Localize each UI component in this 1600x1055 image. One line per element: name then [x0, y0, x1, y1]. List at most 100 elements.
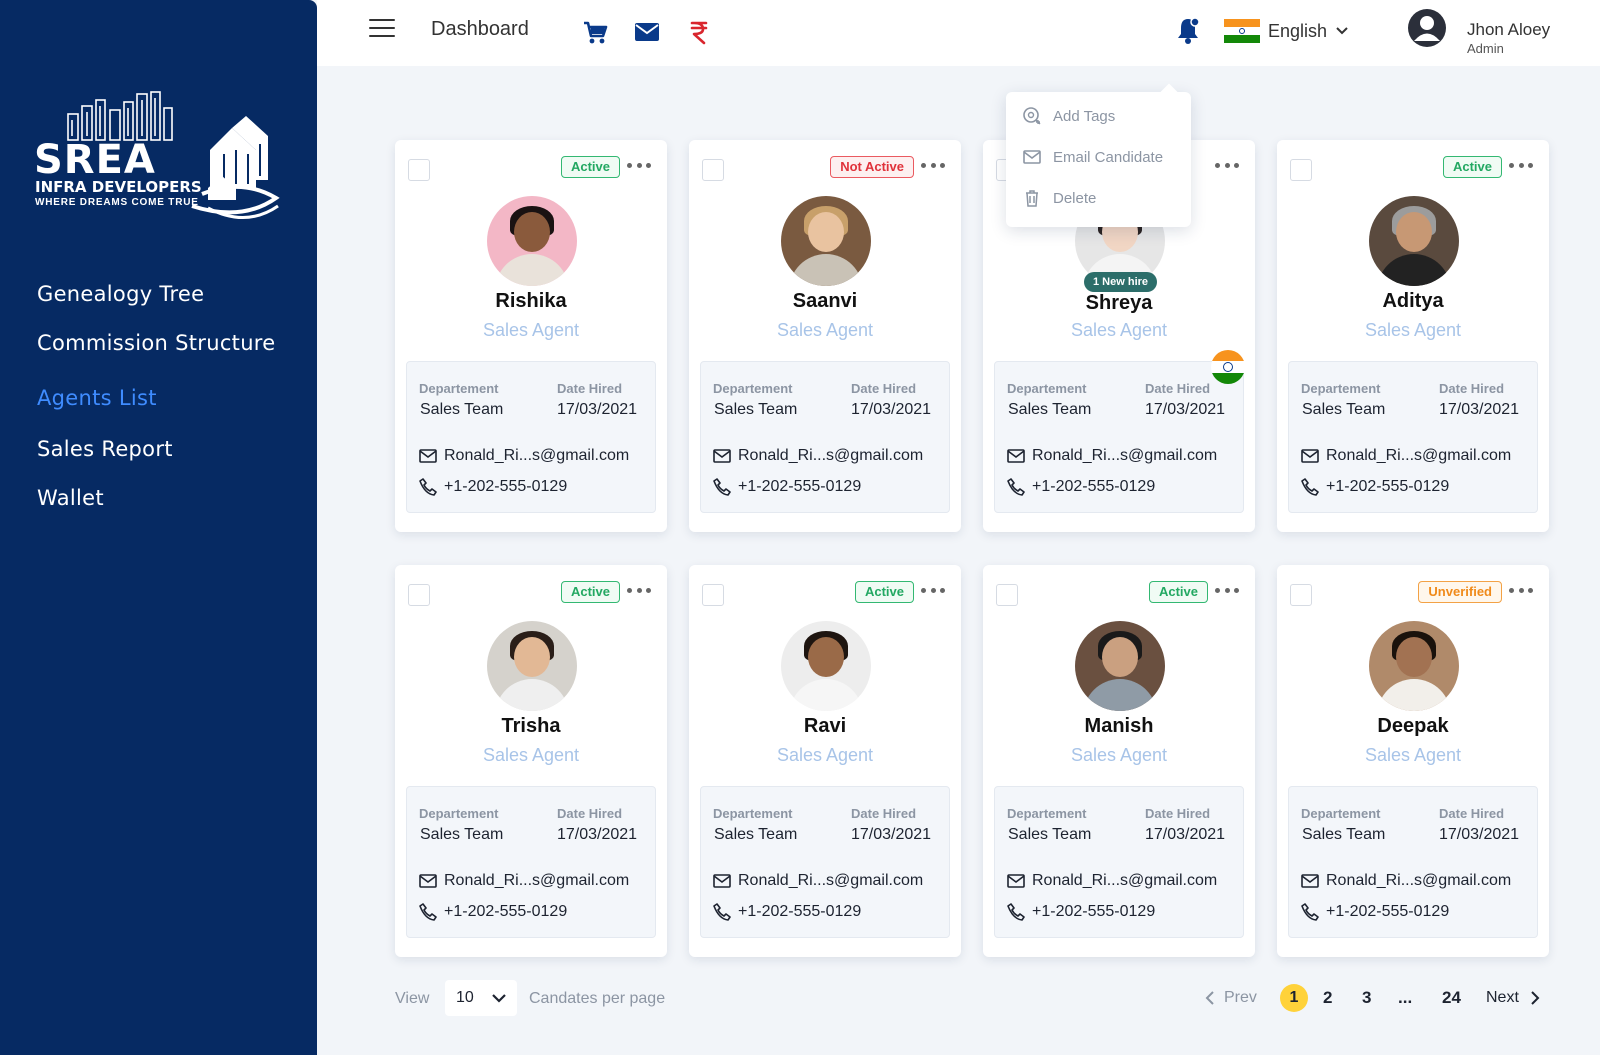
- agent-phone-text: +1-202-555-0129: [1326, 903, 1450, 920]
- page-24-button[interactable]: 24: [1442, 988, 1461, 1008]
- more-options-icon[interactable]: [627, 582, 651, 598]
- per-page-select[interactable]: 10: [445, 980, 517, 1016]
- mail-icon: [1301, 449, 1319, 463]
- agent-card[interactable]: Active Aditya Sales Agent Departement Da…: [1277, 140, 1549, 532]
- mail-icon[interactable]: [633, 18, 661, 46]
- department-value: Sales Team: [420, 401, 504, 418]
- page-2-button[interactable]: 2: [1323, 988, 1332, 1008]
- mail-icon: [419, 449, 437, 463]
- agent-photo: [487, 196, 577, 286]
- agent-email[interactable]: Ronald_Ri...s@gmail.com: [1007, 447, 1217, 465]
- menu-item-add-tags[interactable]: Add Tags: [1022, 106, 1115, 126]
- phone-icon: [1301, 478, 1319, 496]
- sidebar-item-agents-list[interactable]: Agents List: [37, 386, 157, 410]
- agent-email[interactable]: Ronald_Ri...s@gmail.com: [713, 872, 923, 890]
- more-options-icon[interactable]: [1215, 157, 1239, 173]
- agent-email[interactable]: Ronald_Ri...s@gmail.com: [1301, 872, 1511, 890]
- menu-item-delete[interactable]: Delete: [1022, 188, 1096, 208]
- sidebar: SREA INFRA DEVELOPERS WHERE DREAMS COME …: [0, 0, 317, 1055]
- india-flag-icon: [1211, 350, 1245, 384]
- agent-phone[interactable]: +1-202-555-0129: [713, 478, 861, 496]
- bell-icon[interactable]: [1175, 16, 1201, 46]
- company-logo[interactable]: SREA INFRA DEVELOPERS WHERE DREAMS COME …: [32, 88, 288, 228]
- date-hired-value: 17/03/2021: [1145, 826, 1226, 843]
- sidebar-item-genealogy-tree[interactable]: Genealogy Tree: [37, 282, 204, 306]
- agent-phone[interactable]: +1-202-555-0129: [1007, 478, 1155, 496]
- department-value: Sales Team: [714, 826, 798, 843]
- agent-photo: [781, 196, 871, 286]
- agent-role: Sales Agent: [1070, 320, 1168, 340]
- agent-card[interactable]: Unverified Deepak Sales Agent Departemen…: [1277, 565, 1549, 957]
- more-options-icon[interactable]: [1215, 582, 1239, 598]
- agent-phone-text: +1-202-555-0129: [444, 903, 568, 920]
- chevron-down-icon: [492, 994, 506, 1003]
- menu-icon[interactable]: [369, 19, 395, 39]
- date-hired-value: 17/03/2021: [851, 401, 932, 418]
- sidebar-item-commission-structure[interactable]: Commission Structure: [37, 331, 276, 355]
- select-checkbox[interactable]: [1290, 159, 1312, 181]
- agent-phone[interactable]: +1-202-555-0129: [419, 903, 567, 921]
- page-3-button[interactable]: 3: [1362, 988, 1371, 1008]
- agent-phone[interactable]: +1-202-555-0129: [1301, 903, 1449, 921]
- more-options-icon[interactable]: [1509, 157, 1533, 173]
- agent-email[interactable]: Ronald_Ri...s@gmail.com: [419, 447, 629, 465]
- agent-phone[interactable]: +1-202-555-0129: [1301, 478, 1449, 496]
- agent-email[interactable]: Ronald_Ri...s@gmail.com: [1007, 872, 1217, 890]
- agent-card[interactable]: Active Manish Sales Agent Departement Da…: [983, 565, 1255, 957]
- agent-phone[interactable]: +1-202-555-0129: [419, 478, 567, 496]
- phone-icon: [1301, 903, 1319, 921]
- language-selector[interactable]: English: [1224, 18, 1349, 44]
- user-name: Jhon Aloey: [1467, 20, 1551, 39]
- agent-email[interactable]: Ronald_Ri...s@gmail.com: [419, 872, 629, 890]
- date-hired-label: Date Hired: [851, 381, 917, 396]
- next-page-button[interactable]: Next: [1486, 989, 1541, 1007]
- menu-item-label: Add Tags: [1053, 107, 1116, 125]
- select-checkbox[interactable]: [702, 584, 724, 606]
- agent-phone[interactable]: +1-202-555-0129: [713, 903, 861, 921]
- date-hired-label: Date Hired: [1145, 381, 1211, 396]
- agent-card[interactable]: Active Trisha Sales Agent Departement Da…: [395, 565, 667, 957]
- sidebar-item-wallet[interactable]: Wallet: [37, 486, 104, 510]
- date-hired-value: 17/03/2021: [557, 826, 638, 843]
- phone-icon: [1007, 478, 1025, 496]
- card-context-menu: Add Tags Email Candidate Delete: [1006, 92, 1191, 227]
- prev-page-button[interactable]: Prev: [1204, 989, 1257, 1007]
- agent-card[interactable]: Active Rishika Sales Agent Departement D…: [395, 140, 667, 532]
- logo-line-1: INFRA DEVELOPERS: [35, 178, 202, 196]
- agent-name: Rishika: [495, 290, 567, 312]
- select-checkbox[interactable]: [702, 159, 724, 181]
- agent-role: Sales Agent: [1364, 320, 1462, 340]
- more-options-icon[interactable]: [1509, 582, 1533, 598]
- agent-email[interactable]: Ronald_Ri...s@gmail.com: [713, 447, 923, 465]
- agent-email-text: Ronald_Ri...s@gmail.com: [738, 872, 924, 889]
- department-label: Departement: [1301, 806, 1381, 821]
- agent-email-text: Ronald_Ri...s@gmail.com: [738, 447, 924, 464]
- more-options-icon[interactable]: [921, 157, 945, 173]
- department-label: Departement: [1007, 381, 1087, 396]
- page-1-button[interactable]: 1: [1280, 984, 1308, 1012]
- agent-phone[interactable]: +1-202-555-0129: [1007, 903, 1155, 921]
- agent-email-text: Ronald_Ri...s@gmail.com: [1326, 872, 1512, 889]
- select-checkbox[interactable]: [996, 584, 1018, 606]
- select-checkbox[interactable]: [408, 584, 430, 606]
- mail-icon: [1023, 150, 1041, 164]
- rupee-icon[interactable]: [685, 18, 713, 46]
- agent-card[interactable]: Not Active Saanvi Sales Agent Departemen…: [689, 140, 961, 532]
- sidebar-item-sales-report[interactable]: Sales Report: [37, 437, 173, 461]
- agent-card[interactable]: Active Ravi Sales Agent Departement Date…: [689, 565, 961, 957]
- more-options-icon[interactable]: [921, 582, 945, 598]
- menu-item-email-candidate[interactable]: Email Candidate: [1022, 147, 1163, 167]
- date-hired-value: 17/03/2021: [851, 826, 932, 843]
- agent-name: Deepak: [1377, 715, 1449, 737]
- cart-icon[interactable]: [581, 18, 609, 46]
- status-badge: Unverified: [1418, 581, 1502, 603]
- more-options-icon[interactable]: [627, 157, 651, 173]
- date-hired-value: 17/03/2021: [1145, 401, 1226, 418]
- agent-role: Sales Agent: [1364, 745, 1462, 765]
- select-checkbox[interactable]: [1290, 584, 1312, 606]
- mail-icon: [1007, 449, 1025, 463]
- agent-photo: [1075, 621, 1165, 711]
- avatar[interactable]: [1407, 8, 1447, 48]
- select-checkbox[interactable]: [408, 159, 430, 181]
- agent-email[interactable]: Ronald_Ri...s@gmail.com: [1301, 447, 1511, 465]
